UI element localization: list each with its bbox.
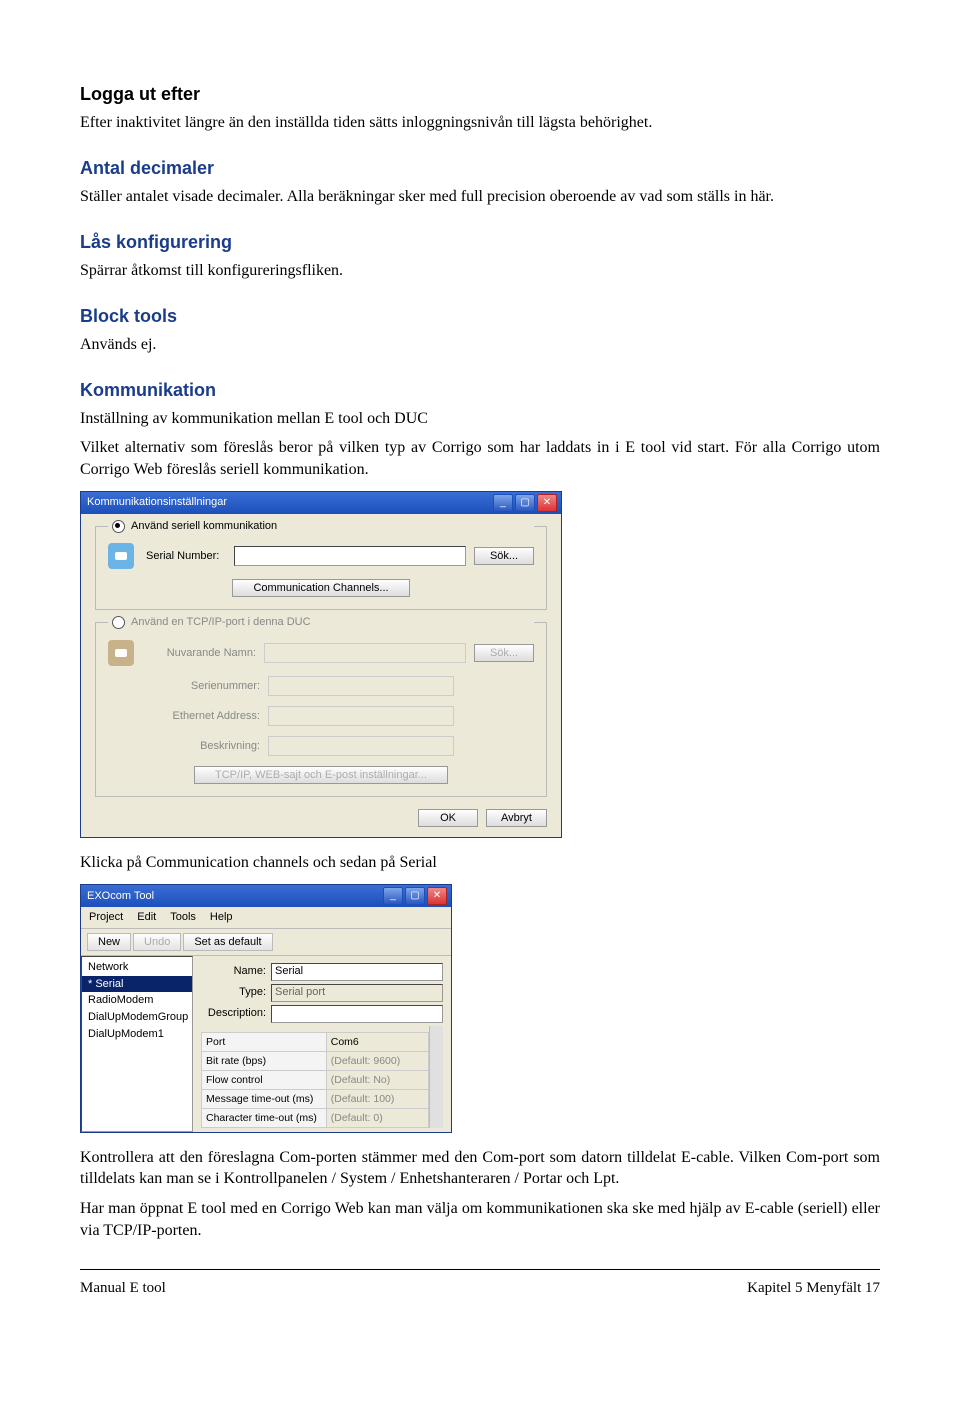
group-tcp: Använd en TCP/IP-port i denna DUC Nuvara… <box>95 622 547 797</box>
heading-block-tools: Block tools <box>80 304 880 328</box>
para-komm-2: Vilket alternativ som föreslås beror på … <box>80 437 880 480</box>
list-item[interactable]: RadioModem <box>82 992 192 1009</box>
tcp-eth-label: Ethernet Address: <box>150 709 260 724</box>
para-antal-decimaler: Ställer antalet visade decimaler. Alla b… <box>80 186 880 208</box>
group-serial: Använd seriell kommunikation Serial Numb… <box>95 526 547 611</box>
cancel-button[interactable]: Avbryt <box>486 809 547 827</box>
para-comport-lead: Kontrollera att den föreslagna Com-porte… <box>80 1149 734 1166</box>
tcp-search-button: Sök... <box>474 644 534 662</box>
menu-help[interactable]: Help <box>210 910 233 925</box>
close-icon[interactable]: ✕ <box>537 494 557 512</box>
tcp-name-input <box>264 643 466 663</box>
table-row: Message time-out (ms)(Default: 100) <box>202 1089 429 1108</box>
titlebar-exocom[interactable]: EXOcom Tool _ ▢ ✕ <box>81 885 451 907</box>
comm-channels-button[interactable]: Communication Channels... <box>232 579 409 597</box>
tcp-eth-input <box>268 706 454 726</box>
menu-project[interactable]: Project <box>89 910 123 925</box>
radio-serial[interactable] <box>112 520 125 533</box>
tcp-serial-label: Serienummer: <box>150 679 260 694</box>
list-item[interactable]: Network <box>82 959 192 976</box>
dialog2-title: EXOcom Tool <box>87 889 154 904</box>
serial-number-input[interactable] <box>234 546 466 566</box>
property-table[interactable]: PortCom6 Bit rate (bps)(Default: 9600) F… <box>201 1032 429 1128</box>
radio-serial-label: Använd seriell kommunikation <box>131 519 277 534</box>
tcp-settings-button: TCP/IP, WEB-sajt och E-post inställninga… <box>194 766 448 784</box>
titlebar[interactable]: Kommunikationsinställningar _ ▢ ✕ <box>81 492 561 514</box>
close-icon[interactable]: ✕ <box>427 887 447 905</box>
new-button[interactable]: New <box>87 933 131 951</box>
dialog-kommunikation: Kommunikationsinställningar _ ▢ ✕ Använd… <box>80 491 562 839</box>
maximize-icon[interactable]: ▢ <box>405 887 425 905</box>
tcp-icon <box>108 640 134 666</box>
page-footer: Manual E tool Kapitel 5 Menyfält 17 <box>80 1278 880 1298</box>
toolbar: New Undo Set as default <box>81 929 451 956</box>
footer-left: Manual E tool <box>80 1278 166 1298</box>
footer-right: Kapitel 5 Menyfält 17 <box>747 1278 880 1298</box>
minimize-icon[interactable]: _ <box>383 887 403 905</box>
menubar: Project Edit Tools Help <box>81 907 451 929</box>
list-item-selected[interactable]: * Serial <box>82 976 192 993</box>
tcp-desc-label: Beskrivning: <box>150 739 260 754</box>
desc-input[interactable] <box>271 1005 443 1023</box>
heading-logga-ut: Logga ut efter <box>80 82 880 106</box>
ok-button[interactable]: OK <box>418 809 478 827</box>
channel-list[interactable]: Network * Serial RadioModem DialUpModemG… <box>81 956 193 1132</box>
heading-kommunikation: Kommunikation <box>80 378 880 402</box>
serial-number-label: Serial Number: <box>146 549 226 564</box>
tcp-desc-input <box>268 736 454 756</box>
list-item[interactable]: DialUpModem1 <box>82 1026 192 1043</box>
menu-edit[interactable]: Edit <box>137 910 156 925</box>
name-input[interactable]: Serial <box>271 963 443 981</box>
type-input: Serial port <box>271 984 443 1002</box>
radio-tcp[interactable] <box>112 616 125 629</box>
minimize-icon[interactable]: _ <box>493 494 513 512</box>
menu-tools[interactable]: Tools <box>170 910 196 925</box>
dialog-exocom: EXOcom Tool _ ▢ ✕ Project Edit Tools Hel… <box>80 884 452 1133</box>
dialog-title: Kommunikationsinställningar <box>87 495 227 510</box>
scrollbar[interactable] <box>429 1026 443 1128</box>
tcp-name-label: Nuvarande Namn: <box>146 646 256 661</box>
name-label: Name: <box>201 964 266 979</box>
search-button[interactable]: Sök... <box>474 547 534 565</box>
para-las-konfig: Spärrar åtkomst till konfigureringsflike… <box>80 260 880 282</box>
type-label: Type: <box>201 985 266 1000</box>
para-block-tools: Används ej. <box>80 334 880 356</box>
table-row: Bit rate (bps)(Default: 9600) <box>202 1051 429 1070</box>
table-row: Character time-out (ms)(Default: 0) <box>202 1108 429 1127</box>
maximize-icon[interactable]: ▢ <box>515 494 535 512</box>
table-row: PortCom6 <box>202 1032 429 1051</box>
channel-detail: Name: Serial Type: Serial port Description… <box>193 956 451 1132</box>
undo-button: Undo <box>133 933 181 951</box>
set-default-button[interactable]: Set as default <box>183 933 272 951</box>
para-logga-ut: Efter inaktivitet längre än den inställd… <box>80 112 880 134</box>
desc-label: Description: <box>201 1006 266 1021</box>
para-comport: Kontrollera att den föreslagna Com-porte… <box>80 1147 880 1190</box>
heading-antal-decimaler: Antal decimaler <box>80 156 880 180</box>
tcp-serial-input <box>268 676 454 696</box>
para-komm-1: Inställning av kommunikation mellan E to… <box>80 408 880 430</box>
heading-las-konfig: Lås konfigurering <box>80 230 880 254</box>
para-click-comm: Klicka på Communication channels och sed… <box>80 852 880 874</box>
list-item[interactable]: DialUpModemGroup <box>82 1009 192 1026</box>
para-corrigo-web: Har man öppnat E tool med en Corrigo Web… <box>80 1198 880 1241</box>
footer-rule <box>80 1269 880 1270</box>
radio-tcp-label: Använd en TCP/IP-port i denna DUC <box>131 615 311 630</box>
serial-cable-icon <box>108 543 134 569</box>
table-row: Flow control(Default: No) <box>202 1070 429 1089</box>
